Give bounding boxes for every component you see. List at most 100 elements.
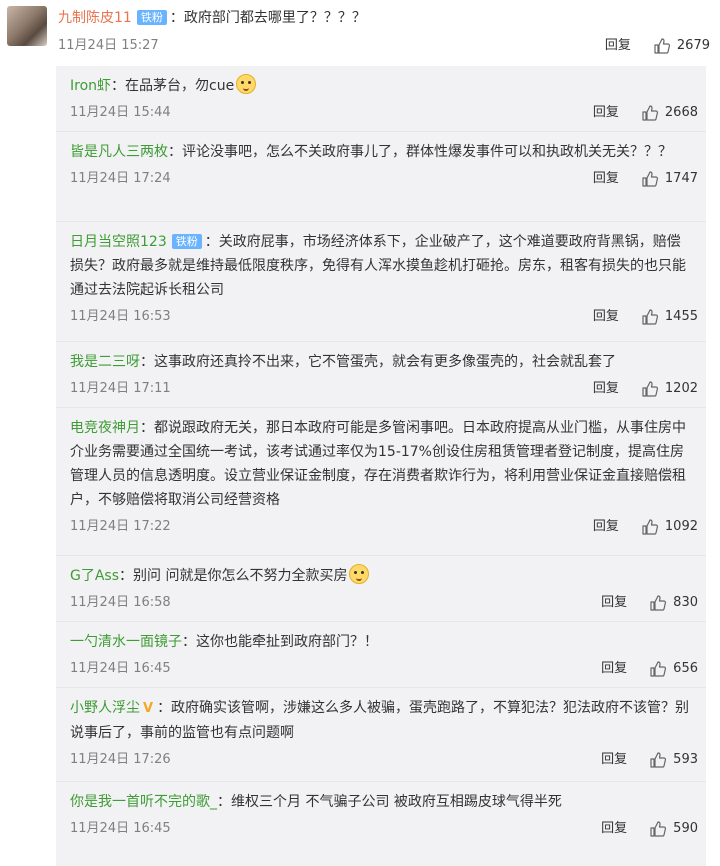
like-count: 1202: [664, 381, 698, 396]
avatar[interactable]: [7, 6, 47, 46]
username-link[interactable]: 电竞夜神月: [70, 420, 140, 436]
timestamp: 11月24日 16:45: [70, 821, 171, 836]
reply-text: 我是二三呀：这事政府还真拎不出来，它不管蛋壳，就会有更多像蛋壳的，社会就乱套了: [70, 350, 692, 374]
reply-item: 电竞夜神月：都说跟政府无关，那日本政府可能是多管闲事吧。日本政府提高从业门槛，从…: [56, 408, 706, 556]
timestamp: 11月24日 16:53: [70, 309, 171, 324]
reply-meta: 11月24日 16:58 回复 830: [70, 588, 698, 618]
like-count: 2668: [664, 105, 698, 120]
reply-button[interactable]: 回复: [601, 654, 627, 684]
reply-text: G了Ass：别问 问就是你怎么不努力全款买房: [70, 564, 692, 588]
reply-item: 日月当空照123 铁粉 ：关政府屁事，市场经济体系下，企业破产了，这个难道要政府背黑…: [56, 222, 706, 342]
reply-button[interactable]: 回复: [593, 164, 619, 194]
reply-item: 你是我一首听不完的歌_：维权三个月 不气骗子公司 被政府互相踢皮球气得半死 11…: [56, 782, 706, 848]
fan-badge: 铁粉: [136, 10, 167, 25]
reply-meta: 11月24日 16:53 回复 1455: [70, 302, 698, 332]
username-link[interactable]: 日月当空照123: [70, 234, 167, 250]
thumbs-up-icon: [650, 661, 667, 677]
reply-button[interactable]: 回复: [601, 588, 627, 618]
reply-actions: 回复 593: [601, 745, 698, 775]
reply-item: 皆是凡人三两枚：评论没事吧，怎么不关政府事儿了，群体性爆发事件可以和执政机关无关…: [56, 132, 706, 222]
reply-actions: 回复 1747: [593, 164, 698, 194]
reply-body: ：在品茅台，勿cue: [111, 78, 235, 94]
reply-button[interactable]: 回复: [593, 374, 619, 404]
reply-meta: 11月24日 16:45 回复 656: [70, 654, 698, 684]
like-button[interactable]: 1092: [641, 512, 698, 542]
reply-body: ：这你也能牵扯到政府部门？！: [182, 634, 378, 650]
username-link[interactable]: 皆是凡人三两枚: [70, 144, 168, 160]
like-button[interactable]: 593: [649, 745, 698, 775]
username-link[interactable]: 小野人浮尘: [70, 700, 140, 716]
thumbs-up-icon: [650, 595, 667, 611]
like-button[interactable]: 656: [649, 654, 698, 684]
like-button[interactable]: 830: [649, 588, 698, 618]
reply-text: Iron虾：在品茅台，勿cue: [70, 74, 692, 98]
thumbs-up-icon: [650, 752, 667, 768]
reply-actions: 回复 830: [601, 588, 698, 618]
main-comment: 九制陈皮11 铁粉 ：政府部门都去哪里了？？？？ 11月24日 15:27 回复 2…: [0, 0, 720, 62]
reply-item: 一勺清水一面镜子：这你也能牵扯到政府部门？！ 11月24日 16:45 回复 6…: [56, 622, 706, 688]
reply-actions: 回复 2668: [593, 98, 698, 128]
reply-body: ：这事政府还真拎不出来，它不管蛋壳，就会有更多像蛋壳的，社会就乱套了: [140, 354, 616, 370]
main-comment-text: 九制陈皮11 铁粉 ：政府部门都去哪里了？？？？: [58, 8, 366, 28]
thumbs-up-icon: [642, 309, 658, 325]
like-count: 593: [673, 752, 698, 767]
reply-button[interactable]: 回复: [601, 814, 627, 844]
like-button[interactable]: 2668: [641, 98, 698, 128]
comment-meta: 11月24日 15:27 回复 2679: [58, 36, 712, 56]
username-link[interactable]: 一勺清水一面镜子: [70, 634, 182, 650]
reply-button[interactable]: 回复: [593, 302, 619, 332]
like-button[interactable]: 1747: [641, 164, 698, 194]
thumbs-up-icon: [650, 821, 667, 837]
comment-actions: 回复 2679: [605, 36, 710, 56]
thumbs-up-icon: [642, 519, 658, 535]
reply-button[interactable]: 回复: [601, 745, 627, 775]
timestamp: 11月24日 16:45: [70, 661, 171, 676]
timestamp: 11月24日 17:11: [70, 381, 171, 396]
reply-actions: 回复 1202: [593, 374, 698, 404]
reply-button[interactable]: 回复: [593, 512, 619, 542]
doge-emoji-icon: [349, 564, 370, 584]
like-count: 1092: [664, 519, 698, 534]
like-count: 1747: [664, 171, 698, 186]
reply-meta: 11月24日 15:44 回复 2668: [70, 98, 698, 128]
reply-meta: 11月24日 17:22 回复 1092: [70, 512, 698, 542]
reply-meta: 11月24日 16:45 回复 590: [70, 814, 698, 844]
reply-body: ：评论没事吧，怎么不关政府事儿了，群体性爆发事件可以和执政机关无关？？？: [168, 144, 672, 160]
reply-text: 小野人浮尘 V ：政府确实该管啊，涉嫌这么多人被骗，蛋壳跑路了，不算犯法？犯法政府不…: [70, 696, 692, 745]
like-button[interactable]: 1455: [641, 302, 698, 332]
username-link[interactable]: 我是二三呀: [70, 354, 140, 370]
reply-button[interactable]: 回复: [605, 36, 631, 56]
like-button[interactable]: 1202: [641, 374, 698, 404]
reply-text: 皆是凡人三两枚：评论没事吧，怎么不关政府事儿了，群体性爆发事件可以和执政机关无关…: [70, 140, 692, 164]
reply-item: G了Ass：别问 问就是你怎么不努力全款买房 11月24日 16:58 回复 8…: [56, 556, 706, 622]
reply-body: ：都说跟政府无关，那日本政府可能是多管闲事吧。日本政府提高从业门槛，从事住房中介…: [70, 420, 686, 508]
username-link[interactable]: G了Ass: [70, 568, 119, 584]
reply-actions: 回复 1092: [593, 512, 698, 542]
like-count: 2679: [676, 38, 710, 53]
doge-emoji-icon: [236, 74, 257, 94]
like-count: 830: [673, 595, 698, 610]
reply-button[interactable]: 回复: [593, 98, 619, 128]
thumbs-up-icon: [642, 105, 658, 121]
username-link[interactable]: Iron虾: [70, 78, 111, 94]
reply-body: ：维权三个月 不气骗子公司 被政府互相踢皮球气得半死: [217, 794, 562, 810]
reply-list: Iron虾：在品茅台，勿cue 11月24日 15:44 回复 2668 皆是凡…: [56, 66, 706, 866]
reply-actions: 回复 656: [601, 654, 698, 684]
comment-body: ：政府部门都去哪里了？？？？: [169, 10, 366, 26]
thumbs-up-icon: [654, 38, 670, 54]
timestamp: 11月24日 17:26: [70, 752, 171, 767]
username-link[interactable]: 九制陈皮11: [58, 10, 132, 26]
thumbs-up-icon: [642, 171, 658, 187]
like-button[interactable]: 590: [649, 814, 698, 844]
timestamp: 11月24日 15:44: [70, 105, 171, 120]
like-count: 590: [673, 821, 698, 836]
reply-text: 一勺清水一面镜子：这你也能牵扯到政府部门？！: [70, 630, 692, 654]
fan-badge: 铁粉: [171, 234, 202, 249]
reply-text: 你是我一首听不完的歌_：维权三个月 不气骗子公司 被政府互相踢皮球气得半死: [70, 790, 692, 814]
timestamp: 11月24日 16:58: [70, 595, 171, 610]
username-link[interactable]: 你是我一首听不完的歌_: [70, 794, 217, 810]
reply-item: 小野人浮尘 V ：政府确实该管啊，涉嫌这么多人被骗，蛋壳跑路了，不算犯法？犯法政府不…: [56, 688, 706, 782]
reply-item: Iron虾：在品茅台，勿cue 11月24日 15:44 回复 2668: [56, 66, 706, 132]
reply-text: 电竞夜神月：都说跟政府无关，那日本政府可能是多管闲事吧。日本政府提高从业门槛，从…: [70, 416, 692, 512]
like-button[interactable]: 2679: [653, 36, 710, 56]
